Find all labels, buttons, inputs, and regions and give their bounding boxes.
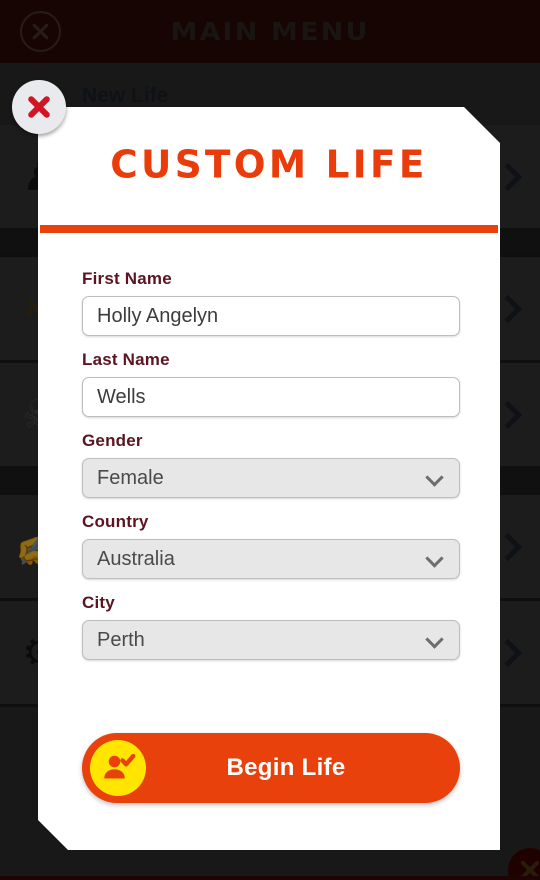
first-name-input[interactable]: Holly Angelyn — [82, 296, 460, 336]
country-label: Country — [82, 512, 149, 531]
field-city: City Perth — [82, 593, 460, 660]
field-country: Country Australia — [82, 512, 460, 579]
last-name-value: Wells — [97, 385, 146, 408]
user-check-icon — [90, 740, 146, 796]
last-name-input[interactable]: Wells — [82, 377, 460, 417]
city-label: City — [82, 593, 115, 612]
app-root: MAIN MENU New Life ♟❧☠✍⚙ CUSTOM LIFE Fir… — [0, 0, 540, 880]
chevron-down-icon — [425, 630, 443, 648]
bottom-rule — [0, 876, 540, 880]
custom-life-modal: CUSTOM LIFE First Name Holly Angelyn Last … — [38, 107, 500, 850]
begin-life-button[interactable]: Begin Life — [82, 733, 460, 803]
city-select[interactable]: Perth — [82, 620, 460, 660]
first-name-value: Holly Angelyn — [97, 304, 219, 327]
chevron-down-icon — [425, 468, 443, 486]
first-name-label: First Name — [82, 269, 172, 288]
custom-life-form: First Name Holly Angelyn Last Name Wells Gen… — [82, 269, 460, 674]
country-select[interactable]: Australia — [82, 539, 460, 579]
modal-close-icon[interactable] — [12, 80, 66, 134]
country-value: Australia — [97, 547, 175, 570]
city-value: Perth — [97, 628, 145, 651]
background-topbar: MAIN MENU — [0, 0, 540, 63]
modal-title-divider — [40, 225, 498, 233]
gender-select[interactable]: Female — [82, 458, 460, 498]
last-name-label: Last Name — [82, 350, 170, 369]
section-title-new-life: New Life — [82, 84, 169, 107]
field-last-name: Last Name Wells — [82, 350, 460, 417]
main-menu-title: MAIN MENU — [170, 17, 370, 46]
field-first-name: First Name Holly Angelyn — [82, 269, 460, 336]
field-gender: Gender Female — [82, 431, 460, 498]
modal-title: CUSTOM LIFE — [110, 142, 428, 188]
gender-label: Gender — [82, 431, 143, 450]
gender-value: Female — [97, 466, 164, 489]
chevron-down-icon — [425, 549, 443, 567]
